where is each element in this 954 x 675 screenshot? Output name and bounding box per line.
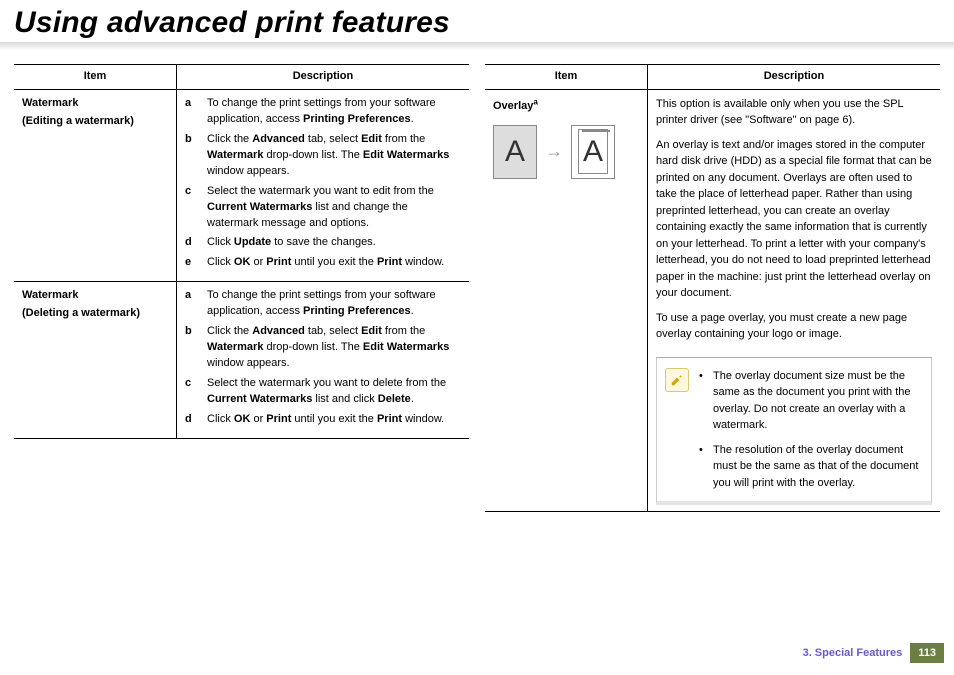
note-text: The overlay document size must be the sa… <box>713 368 921 434</box>
overlay-para: To use a page overlay, you must create a… <box>656 310 932 343</box>
step-marker: d <box>185 235 197 251</box>
overlay-thumb-result: A <box>571 125 615 179</box>
item-title: Overlaya <box>493 100 538 112</box>
overlay-para: An overlay is text and/or images stored … <box>656 137 932 302</box>
note-text: The resolution of the overlay document m… <box>713 442 921 492</box>
item-title: Watermark <box>22 289 78 301</box>
step-marker: b <box>185 132 197 180</box>
list-item: •The overlay document size must be the s… <box>699 368 921 434</box>
step-marker: d <box>185 412 197 428</box>
right-table: Item Description Overlaya A → A <box>485 64 940 512</box>
bullet-icon: • <box>699 368 705 434</box>
step-text: Click OK or Print until you exit the Pri… <box>207 412 444 428</box>
step-text: Click the Advanced tab, select Edit from… <box>207 132 461 180</box>
note-icon <box>665 368 689 392</box>
list-item: bClick the Advanced tab, select Edit fro… <box>185 132 461 180</box>
step-text: Select the watermark you want to edit fr… <box>207 184 461 232</box>
page-footer: 3. Special Features 113 <box>803 643 944 663</box>
list-item: d Click Update to save the changes. <box>185 235 461 251</box>
table-row: Watermark (Editing a watermark) a To change… <box>14 89 469 281</box>
page-title: Using advanced print features <box>14 6 940 40</box>
step-text: Select the watermark you want to delete … <box>207 376 461 408</box>
list-item: •The resolution of the overlay document … <box>699 442 921 492</box>
chapter-label: 3. Special Features <box>803 647 903 659</box>
list-item: bClick the Advanced tab, select Edit fro… <box>185 324 461 372</box>
step-marker: a <box>185 288 197 320</box>
step-text: Click OK or Print until you exit the Pri… <box>207 255 444 271</box>
step-text: Click Update to save the changes. <box>207 235 376 251</box>
list-item: d Click OK or Print until you exit the Pr… <box>185 412 461 428</box>
step-marker: c <box>185 376 197 408</box>
item-subtitle: (Deleting a watermark) <box>22 306 168 322</box>
list-item: e Click OK or Print until you exit the Pr… <box>185 255 461 271</box>
table-row: Overlaya A → A This option is available … <box>485 89 940 512</box>
left-table: Item Description Watermark (Editing a wat… <box>14 64 469 439</box>
overlay-para: This option is available only when you u… <box>656 96 932 129</box>
overlay-thumb-plain: A <box>493 125 537 179</box>
step-marker: e <box>185 255 197 271</box>
col-header-desc: Description <box>648 65 941 90</box>
list-item: cSelect the watermark you want to edit f… <box>185 184 461 232</box>
step-marker: b <box>185 324 197 372</box>
table-row: Watermark (Deleting a watermark) a To chang… <box>14 282 469 439</box>
step-text: To change the print settings from your s… <box>207 96 461 128</box>
col-header-item: Item <box>485 65 648 90</box>
arrow-icon: → <box>545 138 563 164</box>
item-subtitle: (Editing a watermark) <box>22 114 168 130</box>
step-text: Click the Advanced tab, select Edit from… <box>207 324 461 372</box>
col-header-desc: Description <box>177 65 470 90</box>
title-divider <box>0 42 954 50</box>
col-header-item: Item <box>14 65 177 90</box>
step-marker: c <box>185 184 197 232</box>
page-number: 113 <box>910 643 944 663</box>
step-text: To change the print settings from your s… <box>207 288 461 320</box>
overlay-diagram: A → A <box>493 125 639 179</box>
list-item: a To change the print settings from your … <box>185 288 461 320</box>
step-marker: a <box>185 96 197 128</box>
note-box: •The overlay document size must be the s… <box>656 357 932 506</box>
list-item: c Select the watermark you want to delete… <box>185 376 461 408</box>
bullet-icon: • <box>699 442 705 492</box>
item-title: Watermark <box>22 97 78 109</box>
list-item: a To change the print settings from your … <box>185 96 461 128</box>
